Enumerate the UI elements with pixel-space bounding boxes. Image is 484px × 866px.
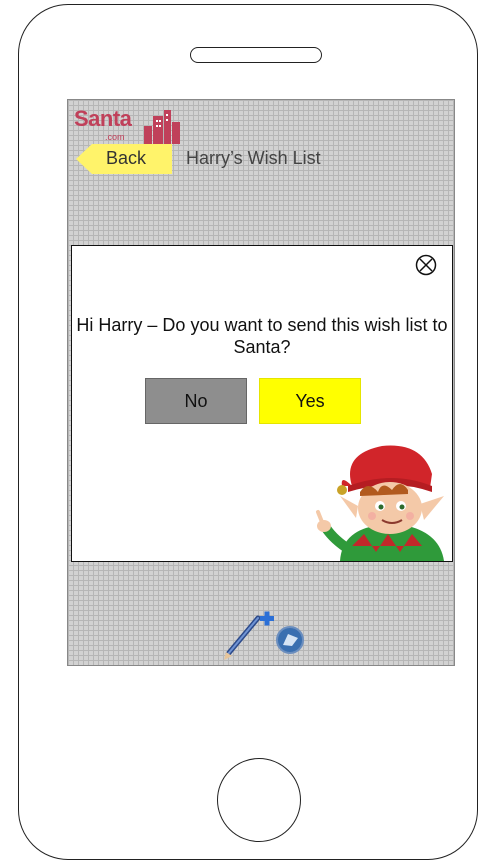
back-button[interactable]: Back	[76, 144, 172, 174]
home-button[interactable]	[217, 758, 301, 842]
phone-speaker	[190, 47, 322, 63]
logo-text: Santa	[74, 106, 132, 131]
dialog-message: Hi Harry – Do you want to send this wish…	[76, 315, 448, 357]
logo-sub: .com	[105, 132, 125, 142]
close-icon[interactable]	[415, 254, 437, 276]
list-divider	[454, 416, 455, 417]
santa-logo: Santa .com	[74, 106, 184, 146]
list-divider	[454, 316, 455, 317]
no-button[interactable]: No	[145, 378, 247, 424]
edit-add-icon[interactable]	[222, 610, 310, 664]
list-divider	[454, 524, 455, 525]
page-title: Harry’s Wish List	[186, 148, 321, 168]
yes-button[interactable]: Yes	[259, 378, 361, 424]
back-label: Back	[106, 148, 147, 168]
building-icon	[144, 110, 180, 144]
elf-mascot-icon	[316, 445, 444, 561]
